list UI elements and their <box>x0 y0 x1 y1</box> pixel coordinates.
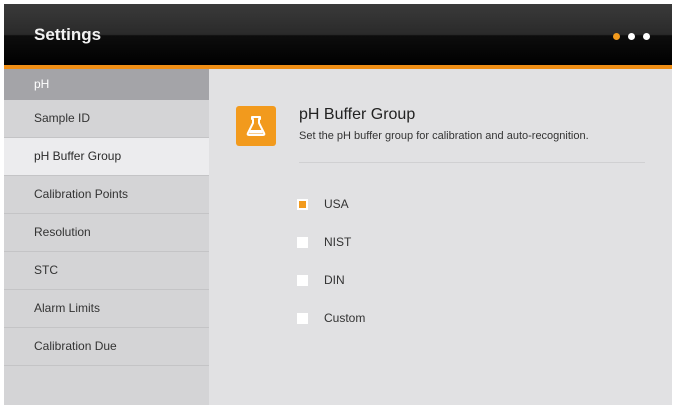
radio-button-din[interactable] <box>297 274 308 286</box>
page-indicator <box>613 33 650 40</box>
radio-label-usa: USA <box>324 197 349 211</box>
settings-screen: Settings pH Sample ID pH Buffer Group Ca… <box>4 4 672 405</box>
sidebar: pH Sample ID pH Buffer Group Calibration… <box>4 69 209 405</box>
radio-button-usa[interactable] <box>297 198 308 210</box>
title-bar: Settings <box>4 4 672 65</box>
page-title: Settings <box>34 25 102 44</box>
radio-option-usa[interactable]: USA <box>297 185 365 223</box>
radio-label-nist: NIST <box>324 235 352 249</box>
radio-button-nist[interactable] <box>297 236 308 248</box>
radio-label-custom: Custom <box>324 311 366 325</box>
buffer-group-radio-group: USA NIST DIN Custom <box>297 185 365 337</box>
section-divider <box>299 162 645 163</box>
sidebar-item-ph-buffer-group[interactable]: pH Buffer Group <box>4 138 209 176</box>
beaker-icon <box>236 106 276 146</box>
section-title: pH Buffer Group <box>299 106 416 123</box>
section-description: Set the pH buffer group for calibration … <box>299 130 589 142</box>
settings-panel: pH Buffer Group Set the pH buffer group … <box>209 69 672 405</box>
radio-option-custom[interactable]: Custom <box>297 299 365 337</box>
sidebar-item-sample-id[interactable]: Sample ID <box>4 100 209 138</box>
radio-button-custom[interactable] <box>297 312 308 324</box>
sidebar-section-header: pH <box>4 69 209 100</box>
page-dot-3[interactable] <box>643 33 650 40</box>
radio-label-din: DIN <box>324 273 345 287</box>
page-dot-1[interactable] <box>613 33 620 40</box>
sidebar-item-alarm-limits[interactable]: Alarm Limits <box>4 290 209 328</box>
sidebar-item-resolution[interactable]: Resolution <box>4 214 209 252</box>
sidebar-item-calibration-due[interactable]: Calibration Due <box>4 328 209 366</box>
sidebar-item-calibration-points[interactable]: Calibration Points <box>4 176 209 214</box>
sidebar-item-stc[interactable]: STC <box>4 252 209 290</box>
radio-option-nist[interactable]: NIST <box>297 223 365 261</box>
page-dot-2[interactable] <box>628 33 635 40</box>
radio-option-din[interactable]: DIN <box>297 261 365 299</box>
